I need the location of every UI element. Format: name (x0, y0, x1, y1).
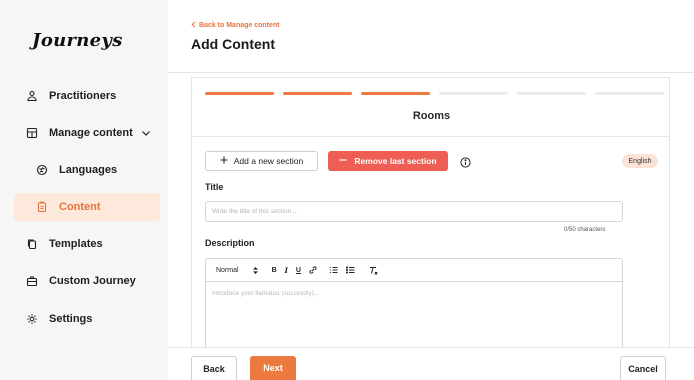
back-to-manage-content-link[interactable]: Back to Manage content (191, 21, 280, 30)
footer-bar (168, 347, 694, 380)
copy-icon (26, 238, 38, 250)
ordered-list-icon[interactable] (329, 266, 338, 274)
chevron-down-icon[interactable] (141, 129, 151, 137)
sidebar-item-custom-journey[interactable]: Custom Journey (14, 267, 160, 295)
format-select-value: Normal (216, 266, 239, 274)
content-card: Rooms Add a new section Remove last sect… (191, 77, 670, 348)
italic-button[interactable]: I (285, 266, 288, 275)
sidebar-item-label: Languages (59, 164, 118, 176)
clear-format-icon[interactable] (369, 266, 378, 275)
format-select[interactable]: Normal (216, 266, 258, 274)
globe-icon (36, 164, 48, 176)
sidebar-item-label: Settings (49, 313, 93, 325)
description-editor[interactable]: Introduce your llamatus (succinctly)... (205, 281, 623, 348)
underline-button[interactable]: U (296, 267, 301, 274)
sidebar-item-languages[interactable]: Languages (14, 156, 160, 184)
step-progress (205, 92, 664, 95)
gear-icon (26, 313, 38, 325)
sidebar-item-label: Templates (49, 238, 103, 250)
progress-step (205, 92, 274, 95)
description-label: Description (205, 238, 255, 248)
link-icon[interactable] (309, 266, 317, 274)
clipboard-icon (36, 201, 48, 213)
add-section-label: Add a new section (233, 156, 304, 166)
sidebar-item-content[interactable]: Content (14, 193, 160, 221)
character-count: 0/50 characters (564, 227, 606, 233)
language-badge: English (622, 154, 658, 168)
sidebar-item-manage-content[interactable]: Manage content (14, 119, 160, 147)
progress-step (517, 92, 586, 95)
editor-toolbar: Normal B I U (205, 258, 623, 281)
sidebar-item-practitioners[interactable]: Practitioners (14, 82, 160, 110)
bold-button[interactable]: B (272, 267, 277, 274)
select-arrows-icon (252, 266, 258, 274)
section-title: Rooms (412, 110, 451, 122)
bullet-list-icon[interactable] (345, 266, 355, 274)
page-title: Add Content (191, 36, 275, 52)
sidebar-item-settings[interactable]: Settings (14, 305, 160, 333)
chevron-left-icon (191, 21, 196, 30)
add-section-button[interactable]: Add a new section (205, 151, 318, 171)
back-button[interactable]: Back (191, 356, 237, 380)
sidebar-item-label: Content (59, 201, 101, 213)
header-divider (168, 72, 694, 73)
layout-icon (26, 127, 38, 139)
users-icon (26, 90, 38, 102)
progress-step (283, 92, 352, 95)
app-logo: Journeys (32, 30, 123, 51)
progress-step (361, 92, 430, 95)
minus-icon (339, 156, 347, 166)
back-link-label: Back to Manage content (199, 22, 280, 29)
title-label: Title (205, 182, 224, 192)
divider (192, 136, 670, 137)
sidebar: Journeys Practitioners Manage content La… (0, 0, 168, 380)
title-input[interactable]: Write the title of this section... (205, 201, 623, 222)
remove-section-label: Remove last section (354, 156, 437, 166)
sidebar-item-label: Custom Journey (49, 275, 136, 287)
progress-step (595, 92, 664, 95)
progress-step (439, 92, 508, 95)
info-icon[interactable] (460, 155, 471, 168)
plus-icon (220, 156, 228, 166)
sidebar-item-label: Practitioners (49, 90, 117, 102)
sidebar-item-label: Manage content (49, 127, 133, 139)
cancel-button[interactable]: Cancel (620, 356, 666, 380)
next-button[interactable]: Next (250, 356, 296, 380)
sidebar-item-templates[interactable]: Templates (14, 230, 160, 258)
remove-section-button[interactable]: Remove last section (328, 151, 448, 171)
briefcase-icon (26, 275, 38, 287)
